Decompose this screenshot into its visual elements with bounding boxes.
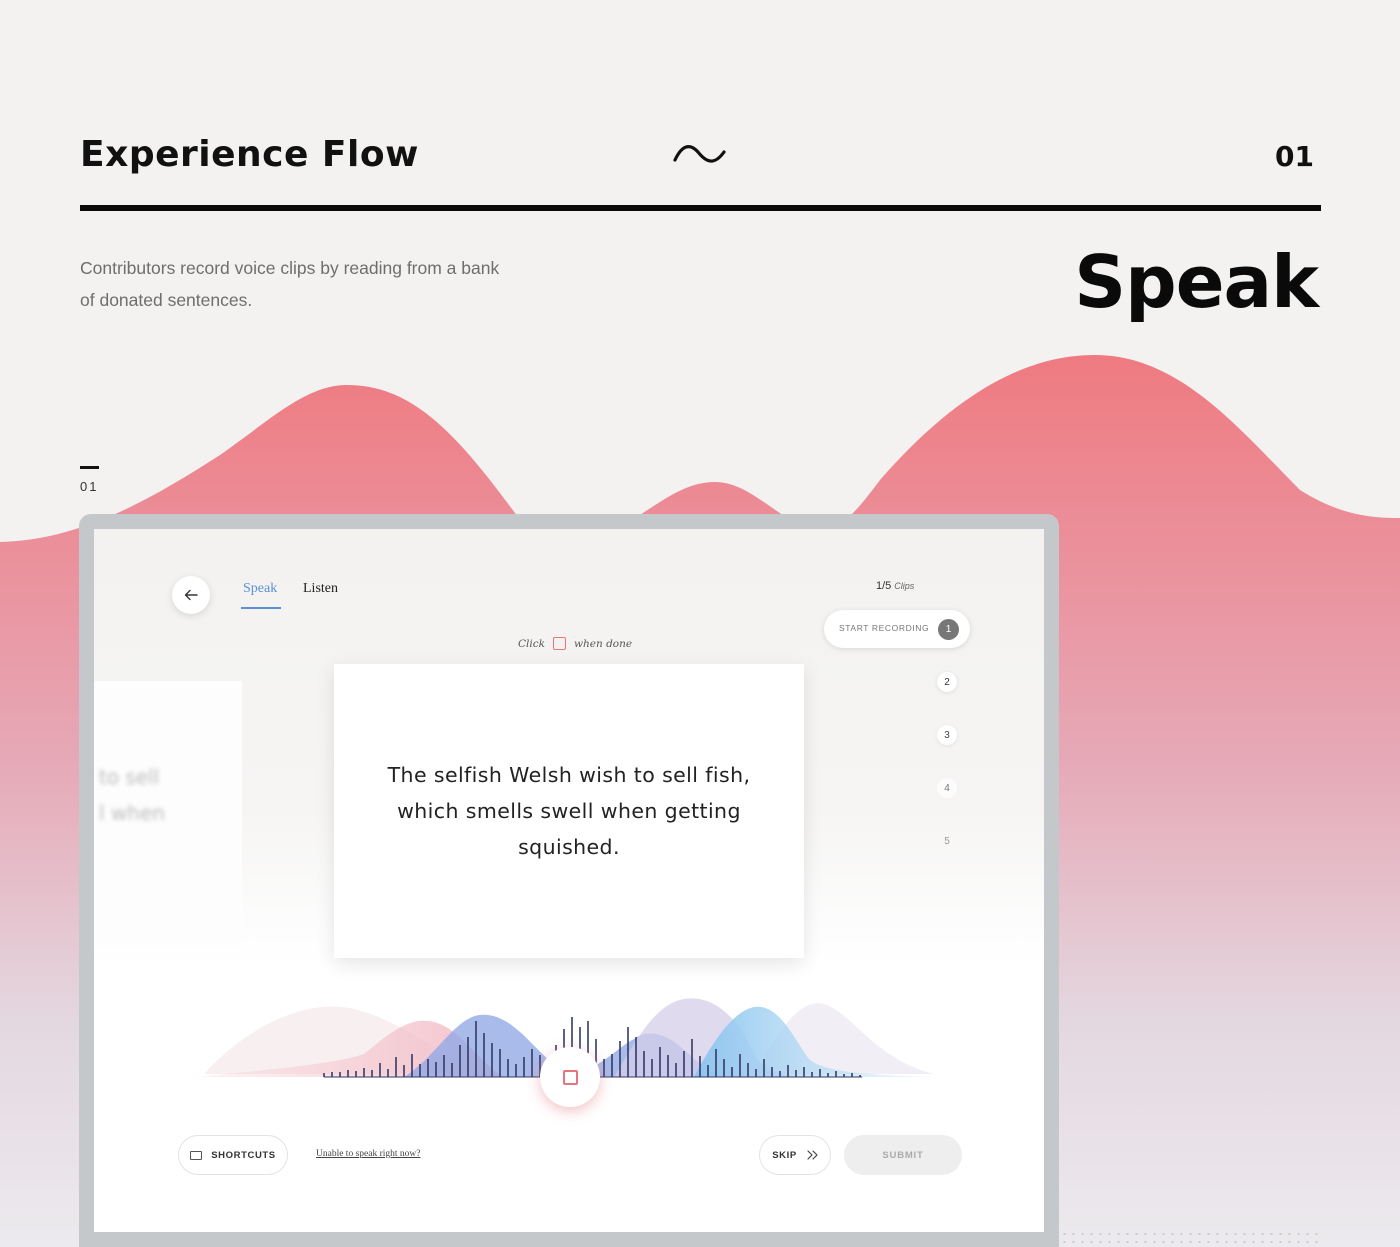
section-title: Speak: [1074, 240, 1319, 324]
device-frame: Speak Listen 1/5 Clips START RECORDING 1 …: [79, 514, 1059, 1247]
click-when-done-hint: Click when done: [518, 637, 632, 650]
shortcuts-label: SHORTCUTS: [211, 1149, 276, 1161]
tab-speak[interactable]: Speak: [243, 581, 277, 597]
step-2-badge[interactable]: 2: [937, 672, 957, 692]
record-stop-button[interactable]: [540, 1047, 600, 1107]
unable-to-speak-link[interactable]: Unable to speak right now?: [316, 1149, 420, 1159]
clips-count: 1/5: [876, 580, 892, 592]
skip-button[interactable]: SKIP: [759, 1135, 831, 1175]
double-chevron-right-icon: [807, 1150, 818, 1160]
hint-before: Click: [518, 637, 545, 650]
previous-sentence-text: to sell l when: [99, 765, 165, 825]
shortcuts-button[interactable]: SHORTCUTS: [178, 1135, 288, 1175]
step-marker: [80, 466, 99, 469]
section-number: 01: [1275, 140, 1314, 173]
submit-label: SUBMIT: [882, 1149, 924, 1161]
step-4-badge[interactable]: 4: [937, 778, 957, 798]
sentence-text: The selfish Welsh wish to sell fish, whi…: [387, 763, 751, 859]
step-number: 01: [80, 479, 99, 494]
sentence-card: The selfish Welsh wish to sell fish, whi…: [334, 664, 804, 958]
clips-counter: 1/5 Clips: [876, 580, 914, 592]
page-title: Experience Flow: [80, 134, 419, 175]
step-5-badge[interactable]: 5: [937, 831, 957, 851]
stop-square-icon: [553, 637, 566, 650]
section-description: Contributors record voice clips by readi…: [80, 258, 500, 310]
clips-word: Clips: [894, 581, 915, 591]
arrow-left-icon: [184, 589, 198, 601]
tab-listen[interactable]: Listen: [303, 581, 338, 597]
keyboard-icon: [190, 1150, 203, 1160]
tilde-wave-icon: [673, 145, 726, 163]
skip-label: SKIP: [772, 1149, 797, 1161]
hint-after: when done: [574, 637, 633, 650]
start-recording-step[interactable]: START RECORDING 1: [824, 610, 970, 648]
submit-button[interactable]: SUBMIT: [844, 1135, 962, 1175]
start-recording-label: START RECORDING: [839, 623, 930, 633]
step-3-badge[interactable]: 3: [937, 725, 957, 745]
header-divider: [80, 205, 1321, 211]
step-1-badge: 1: [938, 619, 959, 640]
tab-speak-underline: [241, 607, 281, 609]
stop-square-icon: [562, 1069, 578, 1085]
app-screen: Speak Listen 1/5 Clips START RECORDING 1 …: [94, 529, 1044, 1232]
back-button[interactable]: [172, 576, 210, 614]
dot-pattern-decoration: [1042, 1230, 1322, 1247]
